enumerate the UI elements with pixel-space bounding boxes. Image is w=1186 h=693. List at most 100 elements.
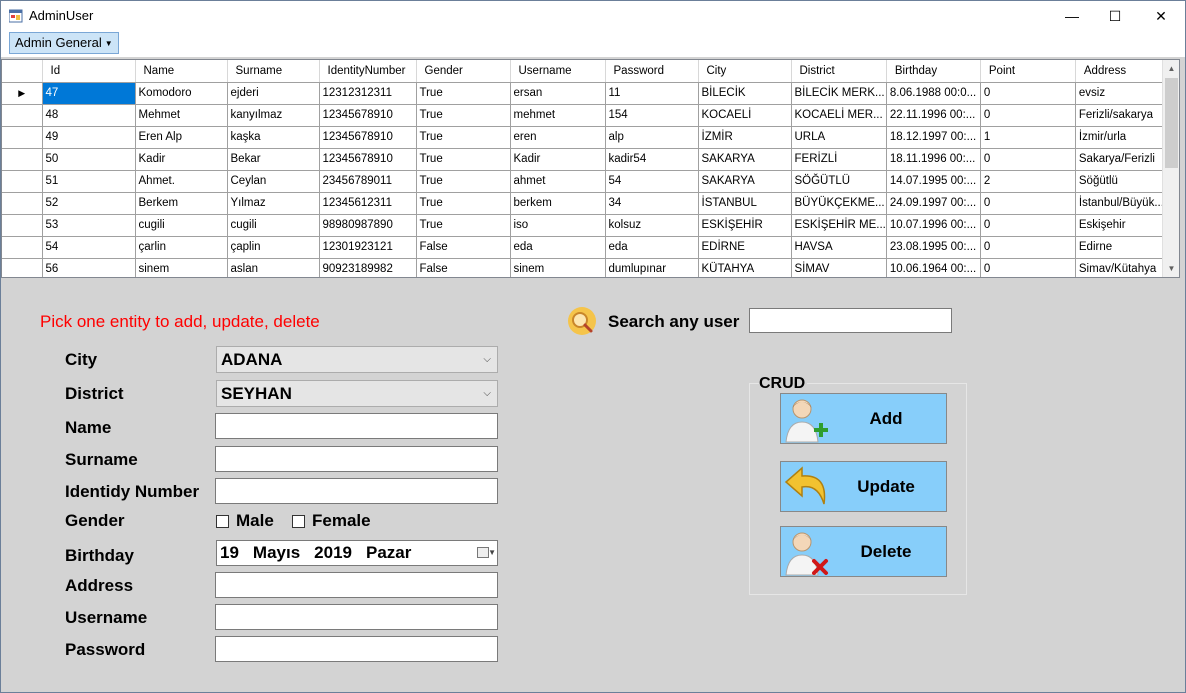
table-cell[interactable]: 0 [980, 192, 1076, 215]
column-header[interactable]: Name [135, 60, 228, 83]
row-header[interactable] [2, 170, 43, 193]
table-cell[interactable]: İZMİR [698, 126, 792, 149]
table-cell[interactable]: 52 [42, 192, 136, 215]
table-cell[interactable]: berkem [510, 192, 606, 215]
table-cell[interactable]: 47 [42, 82, 136, 105]
update-button[interactable]: Update [780, 461, 947, 512]
table-cell[interactable]: 0 [980, 236, 1076, 259]
delete-button[interactable]: Delete [780, 526, 947, 577]
table-cell[interactable]: 90923189982 [319, 258, 417, 277]
table-cell[interactable]: 18.11.1996 00:... [886, 148, 981, 171]
table-cell[interactable]: 50 [42, 148, 136, 171]
table-cell[interactable]: 23456789011 [319, 170, 417, 193]
table-cell[interactable]: kolsuz [605, 214, 699, 237]
scroll-down-icon[interactable]: ▼ [1163, 260, 1179, 277]
table-cell[interactable]: Yılmaz [227, 192, 320, 215]
row-header[interactable]: ▶ [2, 82, 43, 105]
column-header[interactable]: District [791, 60, 887, 83]
row-header[interactable] [2, 258, 43, 277]
table-cell[interactable]: 14.07.1995 00:... [886, 170, 981, 193]
table-cell[interactable]: mehmet [510, 104, 606, 127]
table-cell[interactable]: Ahmet. [135, 170, 228, 193]
table-cell[interactable]: cugili [135, 214, 228, 237]
table-cell[interactable]: kadir54 [605, 148, 699, 171]
table-row[interactable]: 48 Mehmet kanyılmaz 12345678910 True mehmet 15… [2, 104, 1171, 127]
table-cell[interactable]: ESKİŞEHİR [698, 214, 792, 237]
table-cell[interactable]: KOCAELİ MER... [791, 104, 887, 127]
table-cell[interactable]: 0 [980, 214, 1076, 237]
column-header[interactable]: Birthday [886, 60, 981, 83]
table-cell[interactable]: Ceylan [227, 170, 320, 193]
column-header[interactable]: Username [510, 60, 606, 83]
table-cell[interactable]: SİMAV [791, 258, 887, 277]
admin-general-menu[interactable]: Admin General ▼ [9, 32, 119, 54]
table-cell[interactable]: aslan [227, 258, 320, 277]
table-cell[interactable]: 10.07.1996 00:... [886, 214, 981, 237]
table-cell[interactable]: İstanbul/Büyük... [1075, 192, 1171, 215]
table-cell[interactable]: True [416, 192, 511, 215]
table-cell[interactable]: ersan [510, 82, 606, 105]
table-cell[interactable]: çarlin [135, 236, 228, 259]
table-cell[interactable]: 12312312311 [319, 82, 417, 105]
table-row[interactable]: 54 çarlin çaplin 12301923121 False eda eda EDİR… [2, 236, 1171, 259]
table-cell[interactable]: 34 [605, 192, 699, 215]
table-row[interactable]: 49 Eren Alp kaşka 12345678910 True eren alp İZM… [2, 126, 1171, 149]
column-header[interactable]: Address [1075, 60, 1171, 83]
username-input[interactable] [215, 604, 498, 630]
table-cell[interactable]: 12301923121 [319, 236, 417, 259]
row-header[interactable] [2, 236, 43, 259]
table-cell[interactable]: 10.06.1964 00:... [886, 258, 981, 277]
identity-number-input[interactable] [215, 478, 498, 504]
table-cell[interactable]: 22.11.1996 00:... [886, 104, 981, 127]
column-header[interactable]: Surname [227, 60, 320, 83]
grid-vertical-scrollbar[interactable]: ▲ ▼ [1162, 60, 1179, 277]
table-cell[interactable]: ejderi [227, 82, 320, 105]
row-header[interactable] [2, 126, 43, 149]
table-cell[interactable]: İSTANBUL [698, 192, 792, 215]
table-cell[interactable]: 49 [42, 126, 136, 149]
row-header[interactable] [2, 148, 43, 171]
table-cell[interactable]: 98980987890 [319, 214, 417, 237]
table-cell[interactable]: çaplin [227, 236, 320, 259]
table-cell[interactable]: kaşka [227, 126, 320, 149]
table-cell[interactable]: eda [605, 236, 699, 259]
table-row[interactable]: 52 Berkem Yılmaz 12345612311 True berkem 34 İST… [2, 192, 1171, 215]
table-cell[interactable]: 12345678910 [319, 104, 417, 127]
add-button[interactable]: Add [780, 393, 947, 444]
minimize-button[interactable]: — [1049, 1, 1095, 31]
scroll-up-icon[interactable]: ▲ [1163, 60, 1179, 77]
table-cell[interactable]: Sakarya/Ferizli [1075, 148, 1171, 171]
table-cell[interactable]: Eren Alp [135, 126, 228, 149]
column-header[interactable]: Point [980, 60, 1076, 83]
table-cell[interactable]: True [416, 104, 511, 127]
table-cell[interactable]: 8.06.1988 00:0... [886, 82, 981, 105]
table-cell[interactable]: True [416, 170, 511, 193]
users-data-grid[interactable]: Id Name Surname IdentityNumber Gender Usernam… [1, 59, 1180, 278]
table-cell[interactable]: FERİZLİ [791, 148, 887, 171]
row-header[interactable] [2, 214, 43, 237]
table-cell[interactable]: Edirne [1075, 236, 1171, 259]
table-cell[interactable]: EDİRNE [698, 236, 792, 259]
table-cell[interactable]: Komodoro [135, 82, 228, 105]
table-cell[interactable]: İzmir/urla [1075, 126, 1171, 149]
table-cell[interactable]: 11 [605, 82, 699, 105]
column-header[interactable]: Password [605, 60, 699, 83]
table-cell[interactable]: Kadir [135, 148, 228, 171]
table-cell[interactable]: 23.08.1995 00:... [886, 236, 981, 259]
close-button[interactable]: ✕ [1138, 1, 1184, 31]
table-row[interactable]: ▶ 47 Komodoro ejderi 12312312311 True ersan 11 B… [2, 82, 1171, 105]
table-cell[interactable]: 54 [605, 170, 699, 193]
table-cell[interactable]: KOCAELİ [698, 104, 792, 127]
table-cell[interactable]: 12345612311 [319, 192, 417, 215]
table-cell[interactable]: 0 [980, 148, 1076, 171]
table-cell[interactable]: True [416, 148, 511, 171]
table-cell[interactable]: 24.09.1997 00:... [886, 192, 981, 215]
table-row[interactable]: 56 sinem aslan 90923189982 False sinem dumlupı… [2, 258, 1171, 277]
password-input[interactable] [215, 636, 498, 662]
column-header[interactable]: IdentityNumber [319, 60, 417, 83]
table-cell[interactable]: alp [605, 126, 699, 149]
table-cell[interactable]: True [416, 214, 511, 237]
table-cell[interactable]: 54 [42, 236, 136, 259]
table-cell[interactable]: 154 [605, 104, 699, 127]
row-header[interactable] [2, 104, 43, 127]
